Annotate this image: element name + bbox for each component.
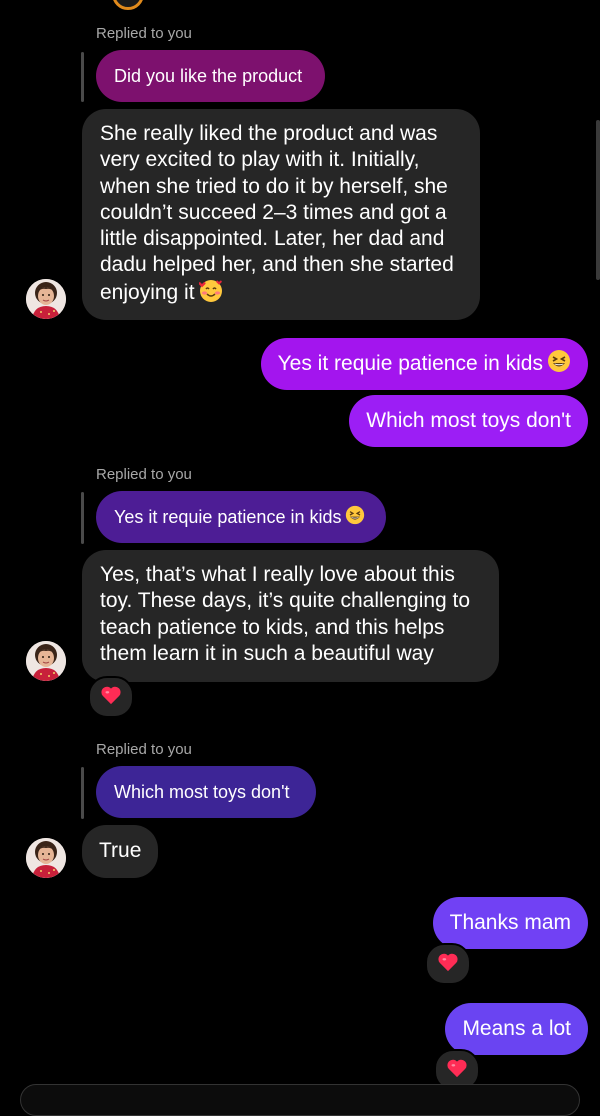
message-text: Yes it requie patience in kids xyxy=(277,352,543,375)
heart-icon xyxy=(100,685,122,710)
grinning-squinting-face-icon xyxy=(547,349,571,379)
quoted-message[interactable]: Did you like the product xyxy=(96,50,325,102)
message-text: She really liked the product and was ver… xyxy=(100,122,454,304)
outgoing-message[interactable]: Which most toys don't xyxy=(349,395,588,447)
heart-icon xyxy=(446,1058,468,1083)
message-composer[interactable] xyxy=(20,1084,580,1116)
reaction-badge[interactable] xyxy=(88,676,134,718)
quoted-text: Yes it requie patience in kids xyxy=(114,506,342,527)
reaction-badge[interactable] xyxy=(425,943,471,985)
reply-indicator-line xyxy=(81,767,84,819)
quoted-message[interactable]: Which most toys don't xyxy=(96,766,316,818)
outgoing-message[interactable]: Yes it requie patience in kids xyxy=(260,338,588,390)
incoming-message[interactable]: Yes, that’s what I really love about thi… xyxy=(82,550,499,682)
replied-to-you-label: Replied to you xyxy=(96,466,192,483)
scroll-indicator[interactable] xyxy=(596,120,600,280)
outgoing-message[interactable]: Means a lot xyxy=(445,1003,588,1055)
replied-to-you-label: Replied to you xyxy=(96,25,192,42)
quoted-message[interactable]: Yes it requie patience in kids xyxy=(96,491,386,543)
reply-indicator-line xyxy=(81,492,84,544)
partial-avatar xyxy=(112,0,144,10)
reply-indicator-line xyxy=(81,52,84,102)
smiling-face-with-hearts-icon xyxy=(198,279,223,310)
avatar[interactable] xyxy=(26,838,66,878)
avatar[interactable] xyxy=(26,641,66,681)
grinning-squinting-face-icon xyxy=(345,505,365,530)
heart-icon xyxy=(437,952,459,977)
avatar[interactable] xyxy=(26,279,66,319)
replied-to-you-label: Replied to you xyxy=(96,741,192,758)
incoming-message[interactable]: She really liked the product and was ver… xyxy=(82,109,480,320)
incoming-message[interactable]: True xyxy=(82,825,158,878)
outgoing-message[interactable]: Thanks mam xyxy=(432,897,588,949)
